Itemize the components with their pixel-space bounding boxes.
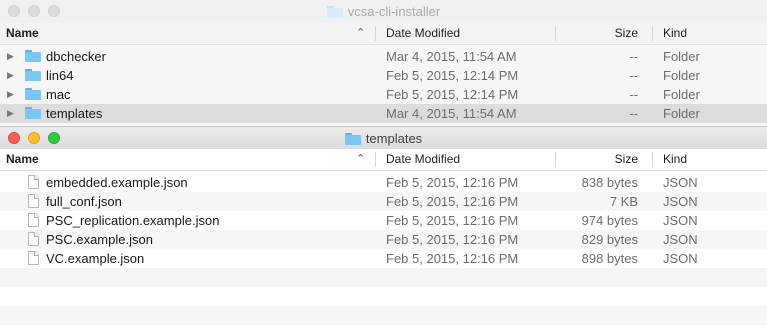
document-icon (28, 213, 39, 227)
file-name: dbchecker (46, 49, 106, 64)
file-kind: JSON (663, 175, 698, 190)
list-item[interactable]: ▶ dbchecker Mar 4, 2015, 11:54 AM -- Fol… (0, 47, 767, 66)
window-title-text: vcsa-cli-installer (347, 4, 441, 19)
empty-row (0, 287, 767, 306)
window-title: vcsa-cli-installer (0, 0, 767, 23)
file-name: templates (46, 106, 103, 121)
list-item[interactable]: ▶ mac Feb 5, 2015, 12:14 PM -- Folder (0, 85, 767, 104)
window-title-text: templates (365, 131, 423, 146)
empty-row (0, 268, 767, 287)
title-bar[interactable]: templates (0, 126, 767, 149)
file-size: 974 bytes (581, 213, 638, 228)
file-kind: Folder (663, 49, 700, 64)
title-bar[interactable]: vcsa-cli-installer (0, 0, 767, 23)
file-size: -- (629, 106, 638, 121)
disclosure-triangle-icon[interactable]: ▶ (7, 85, 14, 104)
file-kind: JSON (663, 251, 698, 266)
file-list: embedded.example.json Feb 5, 2015, 12:16… (0, 173, 767, 325)
date-modified: Feb 5, 2015, 12:16 PM (386, 213, 519, 228)
finder-window-vcsa-cli-installer: vcsa-cli-installer Name ⌃ Date Modified … (0, 0, 767, 126)
disclosure-triangle-icon[interactable]: ▶ (7, 104, 14, 123)
list-item-selected[interactable]: ▶ templates Mar 4, 2015, 11:54 AM -- Fol… (0, 104, 767, 123)
file-size: 7 KB (609, 194, 638, 209)
list-item[interactable]: embedded.example.json Feb 5, 2015, 12:16… (0, 173, 767, 192)
disclosure-triangle-icon[interactable]: ▶ (7, 47, 14, 66)
list-item[interactable]: ▶ lin64 Feb 5, 2015, 12:14 PM -- Folder (0, 66, 767, 85)
column-divider[interactable] (375, 152, 376, 167)
disclosure-triangle-icon[interactable]: ▶ (7, 66, 14, 85)
document-icon (28, 251, 39, 265)
date-modified: Mar 4, 2015, 11:54 AM (386, 106, 517, 121)
list-item[interactable]: PSC_replication.example.json Feb 5, 2015… (0, 211, 767, 230)
file-name: full_conf.json (46, 194, 122, 209)
file-size: 838 bytes (581, 175, 638, 190)
column-header: Name ⌃ Date Modified Size Kind (0, 23, 767, 45)
file-size: -- (629, 49, 638, 64)
column-divider[interactable] (652, 152, 653, 167)
chevron-up-icon[interactable]: ⌃ (356, 149, 365, 170)
date-modified: Feb 5, 2015, 12:16 PM (386, 175, 519, 190)
folder-icon (326, 5, 343, 18)
column-size[interactable]: Size (555, 149, 638, 170)
date-modified: Feb 5, 2015, 12:14 PM (386, 68, 519, 83)
column-kind[interactable]: Kind (663, 149, 687, 170)
column-kind[interactable]: Kind (663, 23, 687, 44)
folder-icon (25, 50, 41, 63)
column-name[interactable]: Name (6, 23, 39, 44)
finder-window-templates: templates Name ⌃ Date Modified Size Kind… (0, 126, 767, 330)
column-divider[interactable] (652, 26, 653, 41)
file-name: PSC_replication.example.json (46, 213, 220, 228)
file-size: -- (629, 68, 638, 83)
file-name: PSC.example.json (46, 232, 153, 247)
file-name: embedded.example.json (46, 175, 188, 190)
list-item[interactable]: full_conf.json Feb 5, 2015, 12:16 PM 7 K… (0, 192, 767, 211)
column-name[interactable]: Name (6, 149, 39, 170)
file-list: ▶ dbchecker Mar 4, 2015, 11:54 AM -- Fol… (0, 47, 767, 123)
window-title: templates (0, 127, 767, 150)
file-kind: JSON (663, 213, 698, 228)
file-size: 829 bytes (581, 232, 638, 247)
date-modified: Feb 5, 2015, 12:16 PM (386, 194, 519, 209)
document-icon (28, 175, 39, 189)
date-modified: Feb 5, 2015, 12:14 PM (386, 87, 519, 102)
folder-icon (25, 107, 41, 120)
empty-row (0, 306, 767, 325)
folder-icon (25, 69, 41, 82)
column-header: Name ⌃ Date Modified Size Kind (0, 149, 767, 171)
file-size: -- (629, 87, 638, 102)
folder-icon (25, 88, 41, 101)
column-date-modified[interactable]: Date Modified (386, 23, 460, 44)
folder-icon (344, 132, 361, 145)
date-modified: Feb 5, 2015, 12:16 PM (386, 232, 519, 247)
file-name: VC.example.json (46, 251, 145, 266)
file-name: mac (46, 87, 71, 102)
column-divider[interactable] (375, 26, 376, 41)
date-modified: Feb 5, 2015, 12:16 PM (386, 251, 519, 266)
chevron-up-icon[interactable]: ⌃ (356, 23, 365, 44)
list-item[interactable]: VC.example.json Feb 5, 2015, 12:16 PM 89… (0, 249, 767, 268)
column-date-modified[interactable]: Date Modified (386, 149, 460, 170)
file-kind: JSON (663, 194, 698, 209)
document-icon (28, 232, 39, 246)
document-icon (28, 194, 39, 208)
column-size[interactable]: Size (555, 23, 638, 44)
file-kind: JSON (663, 232, 698, 247)
file-kind: Folder (663, 87, 700, 102)
file-size: 898 bytes (581, 251, 638, 266)
file-name: lin64 (46, 68, 74, 83)
file-kind: Folder (663, 68, 700, 83)
list-item[interactable]: PSC.example.json Feb 5, 2015, 12:16 PM 8… (0, 230, 767, 249)
file-kind: Folder (663, 106, 700, 121)
date-modified: Mar 4, 2015, 11:54 AM (386, 49, 517, 64)
